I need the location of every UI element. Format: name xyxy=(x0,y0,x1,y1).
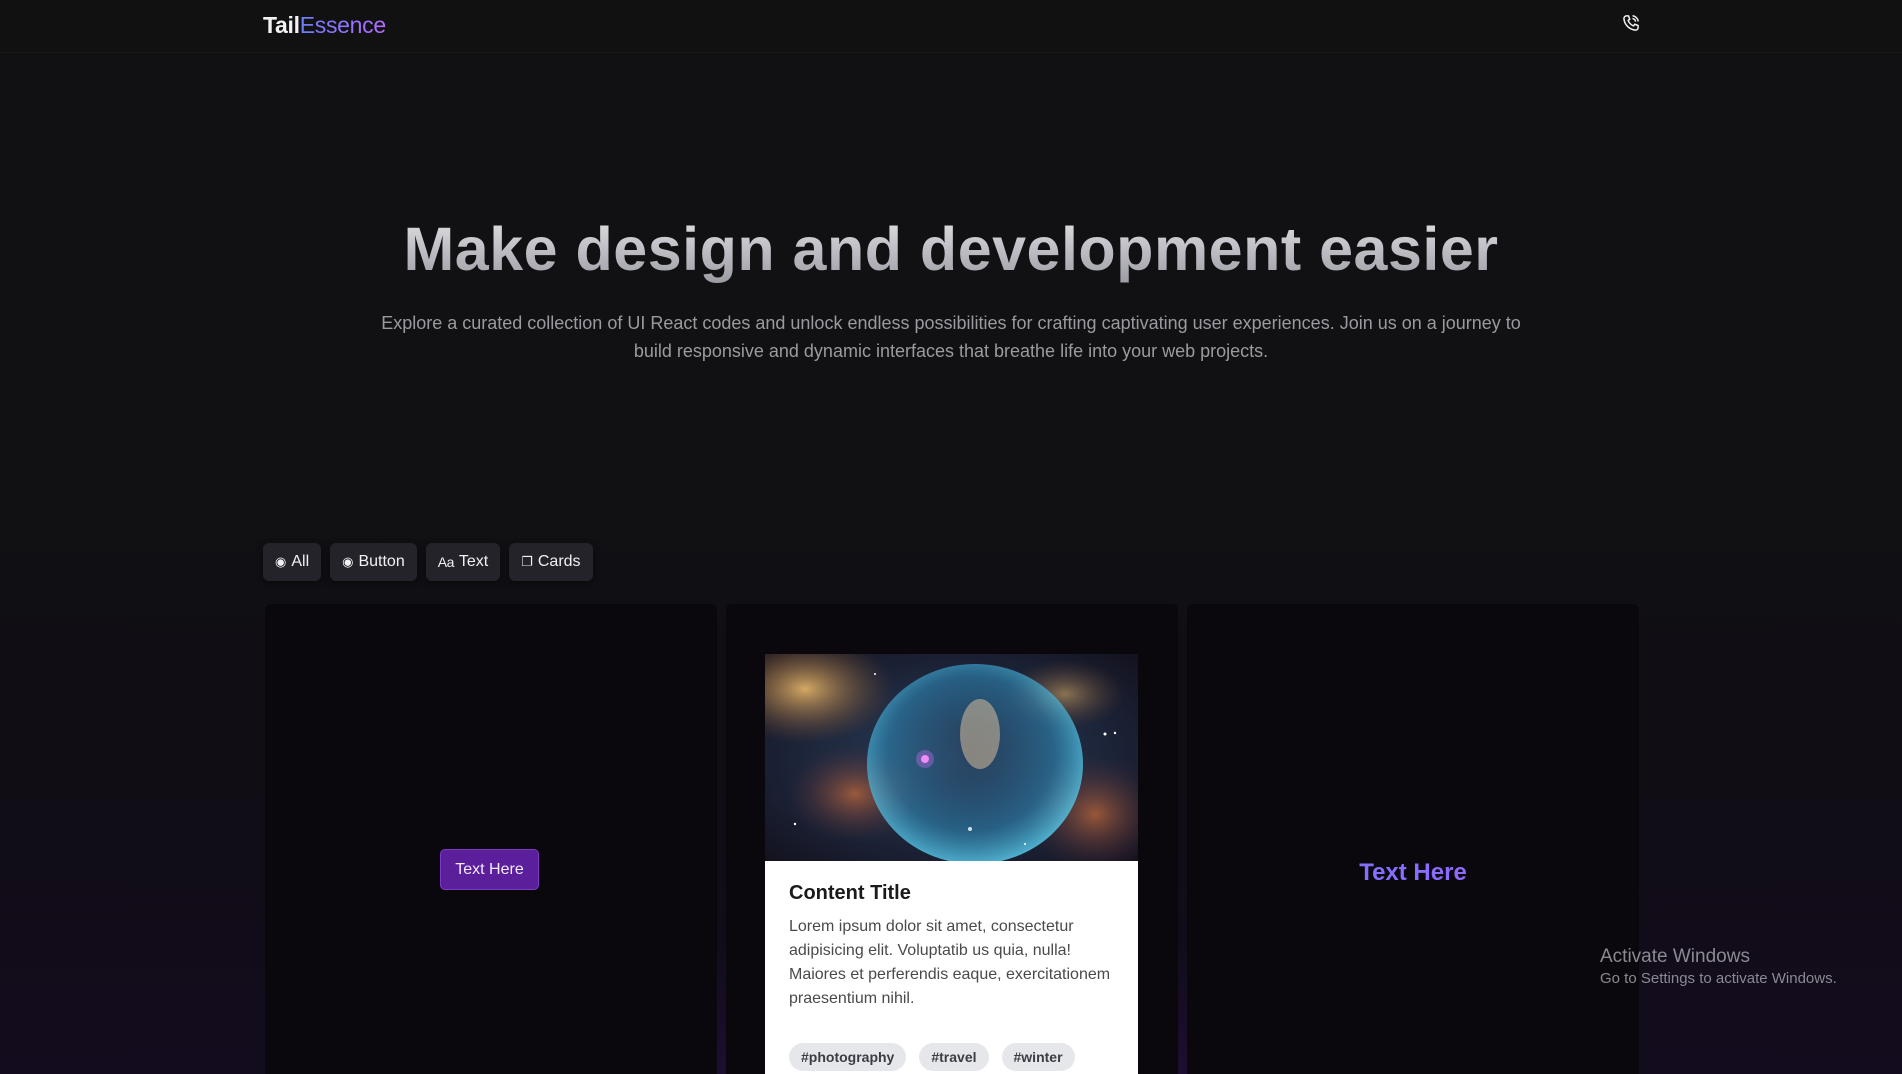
content-card[interactable]: Content Title Lorem ipsum dolor sit amet… xyxy=(765,654,1138,1074)
logo-tail: Tail xyxy=(263,12,300,38)
tag-winter[interactable]: #winter xyxy=(1001,1043,1075,1071)
activate-windows-watermark: Activate Windows Go to Settings to activ… xyxy=(1600,945,1837,989)
phone-icon[interactable] xyxy=(1621,13,1641,33)
tag-list: #photography #travel #winter xyxy=(789,1043,1075,1071)
card-title: Content Title xyxy=(789,882,911,904)
tag-photography[interactable]: #photography xyxy=(789,1043,907,1071)
filter-cards-button[interactable]: ❐ Cards xyxy=(509,543,593,581)
filter-button-button[interactable]: ◉ Button xyxy=(330,543,417,581)
watermark-subtitle: Go to Settings to activate Windows. xyxy=(1600,970,1837,987)
navbar: TailEssence xyxy=(0,0,1902,53)
filter-label: All xyxy=(291,553,310,570)
nebula-image xyxy=(765,654,1138,861)
logo-essence: Essence xyxy=(299,12,386,38)
text-icon: Aa xyxy=(437,554,455,570)
radio-icon: ◉ xyxy=(275,554,287,569)
cards-icon: ❐ xyxy=(521,554,533,569)
filter-text-button[interactable]: Aa Text xyxy=(425,543,501,581)
filter-label: Button xyxy=(358,553,405,570)
button-demo-panel[interactable]: Text Here xyxy=(265,604,717,1074)
hero-subtitle: Explore a curated collection of UI React… xyxy=(381,313,1521,361)
filter-label: Cards xyxy=(537,553,581,570)
card-body: Lorem ipsum dolor sit amet, consectetur … xyxy=(789,918,1111,1007)
card-demo-panel[interactable]: Content Title Lorem ipsum dolor sit amet… xyxy=(726,604,1178,1074)
gradient-text: Text Here xyxy=(1187,859,1639,887)
filter-bar: ◉ All ◉ Button Aa Text ❐ Cards xyxy=(263,543,593,581)
watermark-title: Activate Windows xyxy=(1600,946,1750,967)
logo[interactable]: TailEssence xyxy=(263,12,386,39)
radio-icon: ◉ xyxy=(342,554,354,569)
tag-travel[interactable]: #travel xyxy=(919,1043,989,1071)
demo-text-button[interactable]: Text Here xyxy=(440,849,539,890)
filter-all-button[interactable]: ◉ All xyxy=(263,543,322,581)
filter-label: Text xyxy=(458,553,489,570)
hero-title: Make design and development easier xyxy=(0,214,1902,284)
text-demo-panel[interactable]: Text Here xyxy=(1187,604,1639,1074)
